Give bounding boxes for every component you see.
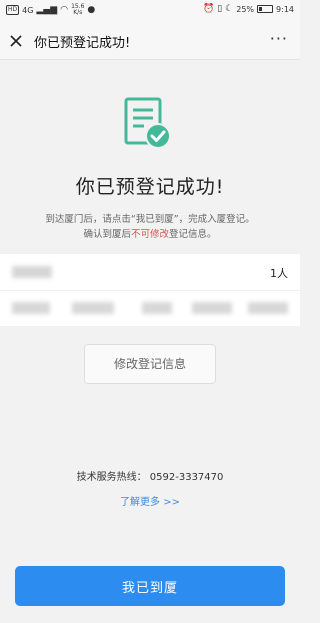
visitor-count: 1人 [270,267,288,280]
support-hotline: 技术服务热线： 0592-3337470 [76,472,224,483]
redacted-segment [72,302,114,314]
edit-warning-before: 确认到厦后 [83,229,131,240]
success-message: 你已预登记成功! [75,176,225,198]
nav-bar: 你已预登记成功! ··· [0,22,300,60]
vibrate-icon: ▯ [217,4,223,14]
signal-bars-icon: ▂▄▆ [36,5,58,15]
learn-more-link[interactable]: 了解更多 >> [0,493,300,508]
redacted-name [12,266,52,278]
more-options-icon[interactable]: ··· [270,29,288,48]
edit-warning: 确认到厦后不可修改登记信息。 [0,226,300,240]
arrival-hint: 到达厦门后，请点击“我已到厦”，完成入厦登记。 [45,214,255,225]
redacted-segment [248,302,288,314]
redacted-segment [192,302,232,314]
redacted-segment [142,302,172,314]
registration-card: 1人 [0,254,300,326]
clock: 9:14 [276,4,294,14]
alarm-icon: ⏰ [203,4,215,14]
page-title: 你已预登记成功! [34,36,131,51]
network-speed: 15.6 K/s [71,4,84,16]
battery-icon [257,5,274,13]
speed-unit: K/s [73,9,83,16]
wifi-icon: ◠ [60,5,69,15]
edit-warning-after: 登记信息。 [169,229,217,240]
battery-percent: 25% [236,4,255,14]
status-bar: HD 4G ▂▄▆ ◠ 15.6 K/s ● ⏰ ▯ ☾ 25% 9:14 [0,0,300,22]
document-check-icon [124,97,171,149]
moon-icon: ☾ [225,4,234,14]
edit-registration-button[interactable]: 修改登记信息 [84,344,216,384]
hd-badge: HD [6,5,20,15]
redacted-segment [12,302,50,314]
status-left: HD 4G ▂▄▆ ◠ 15.6 K/s ● [6,4,95,16]
chat-app-icon: ● [87,5,96,15]
redacted-details [12,302,288,314]
edit-warning-highlight: 不可修改 [130,229,169,240]
status-right: ⏰ ▯ ☾ 25% 9:14 [203,4,294,14]
registration-row: 1人 [0,254,300,291]
close-icon[interactable] [8,33,24,49]
arrived-button[interactable]: 我已到厦 [15,566,285,606]
network-signal: 4G [22,5,34,15]
